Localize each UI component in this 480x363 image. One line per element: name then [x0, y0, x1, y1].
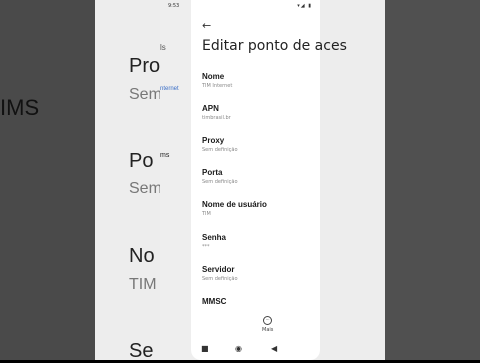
background-text: Sem	[129, 86, 162, 103]
field-value: timbrasil.br	[202, 115, 231, 121]
field-label: Servidor	[202, 265, 235, 274]
home-icon[interactable]: ◉	[235, 344, 242, 353]
back-arrow-icon[interactable]: ←	[202, 19, 211, 32]
field-value: TIM	[202, 211, 211, 217]
more-icon: ···	[263, 316, 273, 325]
field-label: Nome de usuário	[202, 200, 267, 209]
navigation-bar: ■ ◉ ◀	[191, 341, 320, 357]
background-text: No	[129, 245, 155, 267]
field-label: Proxy	[202, 136, 225, 145]
apn-field-apn[interactable]: APN timbrasil.br	[202, 104, 320, 121]
back-icon[interactable]: ◀	[271, 344, 277, 353]
field-label: Porta	[202, 168, 223, 177]
apn-field-server[interactable]: Servidor Sem definição	[202, 265, 320, 282]
field-label: Nome	[202, 72, 225, 81]
apn-field-mmsc[interactable]: MMSC	[202, 297, 320, 306]
field-label: Senha	[202, 233, 227, 242]
apn-field-name[interactable]: Nome TIM Internet	[202, 72, 320, 89]
background-text: IMS	[0, 95, 40, 120]
field-value: Sem definição	[202, 147, 238, 153]
apn-field-username[interactable]: Nome de usuário TIM	[202, 200, 320, 217]
field-label: APN	[202, 104, 219, 113]
background-text: TIM	[129, 276, 157, 293]
apn-field-port[interactable]: Porta Sem definição	[202, 168, 320, 185]
phone-screen: 9:53 ▾◢ ▮ ← Editar ponto de aces Nome TI…	[168, 0, 347, 360]
background-text: ls	[160, 43, 166, 52]
background-text: Sem	[129, 180, 162, 197]
field-value: Sem definição	[202, 179, 238, 185]
field-value: ***	[202, 244, 210, 250]
status-time: 9:53	[168, 3, 180, 9]
more-label: Mais	[262, 327, 274, 333]
more-button[interactable]: ··· Mais	[262, 316, 273, 333]
background-text: nternet	[160, 86, 179, 92]
status-icons: ▾◢ ▮	[297, 3, 312, 9]
field-value: Sem definição	[202, 276, 238, 282]
background-text: ms	[160, 152, 170, 159]
recents-icon[interactable]: ■	[201, 344, 209, 353]
status-bar: 9:53 ▾◢ ▮	[168, 2, 320, 12]
apn-field-proxy[interactable]: Proxy Sem definição	[202, 136, 320, 153]
background-text: Po	[129, 150, 154, 172]
apn-field-password[interactable]: Senha ***	[202, 233, 320, 250]
page-title: Editar ponto de aces	[202, 38, 347, 54]
field-value: TIM Internet	[202, 83, 233, 89]
field-label: MMSC	[202, 297, 227, 306]
